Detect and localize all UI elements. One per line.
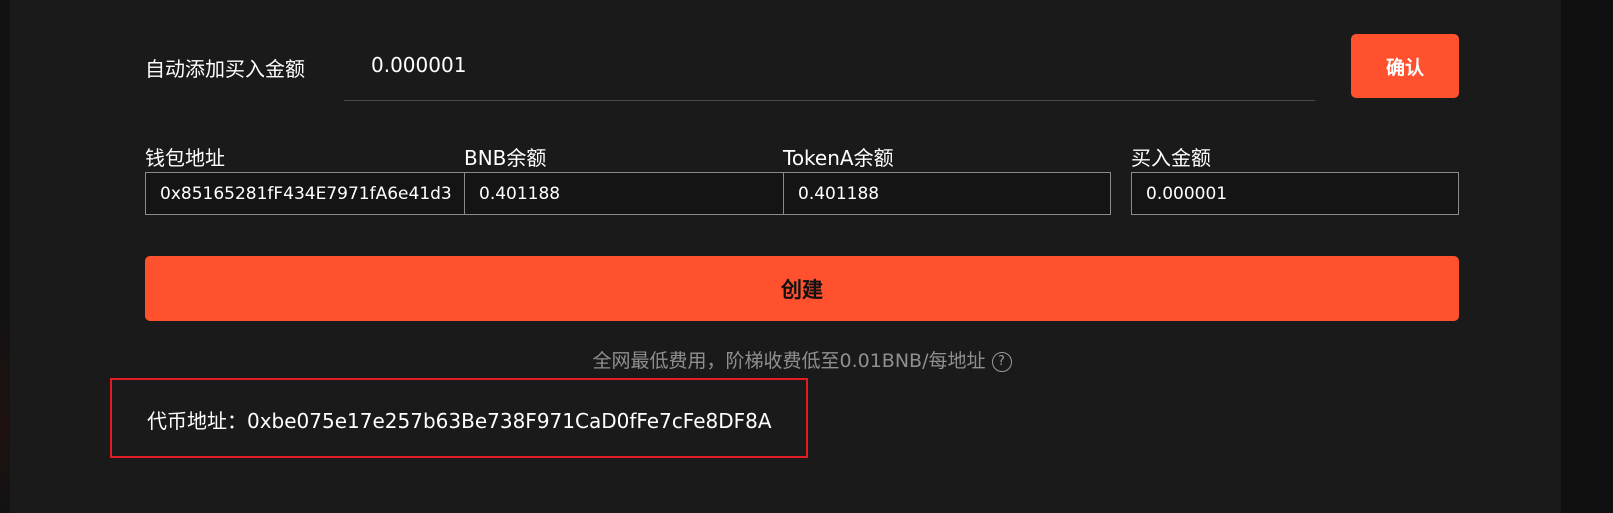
help-icon[interactable]: ? xyxy=(991,352,1012,372)
left-edge-glow xyxy=(0,300,10,513)
auto-add-amount-input[interactable] xyxy=(371,50,1271,80)
bnb-balance-label: BNB余额 xyxy=(464,146,547,170)
token-address-text: 代币地址：0xbe075e17e257b63Be738F971CaD0fFe7c… xyxy=(147,409,772,433)
page: 自动添加买入金额 确认 钱包地址 BNB余额 TokenA余额 买入金额 创建 … xyxy=(0,0,1613,513)
wallet-address-input[interactable] xyxy=(145,172,473,215)
auto-add-row: 自动添加买入金额 确认 xyxy=(145,30,1459,102)
buy-amount-label: 买入金额 xyxy=(1131,146,1211,170)
auto-add-label: 自动添加买入金额 xyxy=(145,57,305,81)
bnb-balance-input[interactable] xyxy=(464,172,792,215)
token-address-highlight-box: 代币地址：0xbe075e17e257b63Be738F971CaD0fFe7c… xyxy=(110,378,808,458)
buy-amount-input[interactable] xyxy=(1131,172,1459,215)
fee-note: 全网最低费用，阶梯收费低至0.01BNB/每地址? xyxy=(145,346,1459,373)
wallet-address-label: 钱包地址 xyxy=(145,146,225,170)
auto-add-input-wrapper xyxy=(344,30,1315,101)
tokena-balance-field: TokenA余额 xyxy=(783,144,1111,215)
tokena-balance-label: TokenA余额 xyxy=(783,146,894,170)
right-edge-panel xyxy=(1561,0,1613,513)
tokena-balance-input[interactable] xyxy=(783,172,1111,215)
wallet-fields-row: 钱包地址 BNB余额 TokenA余额 买入金额 xyxy=(145,144,1459,216)
confirm-button[interactable]: 确认 xyxy=(1351,34,1459,98)
buy-amount-field: 买入金额 xyxy=(1131,144,1459,215)
fee-note-text: 全网最低费用，阶梯收费低至0.01BNB/每地址 xyxy=(592,350,986,372)
bnb-balance-field: BNB余额 xyxy=(464,144,792,215)
create-button[interactable]: 创建 xyxy=(145,256,1459,321)
wallet-address-field: 钱包地址 xyxy=(145,144,473,215)
